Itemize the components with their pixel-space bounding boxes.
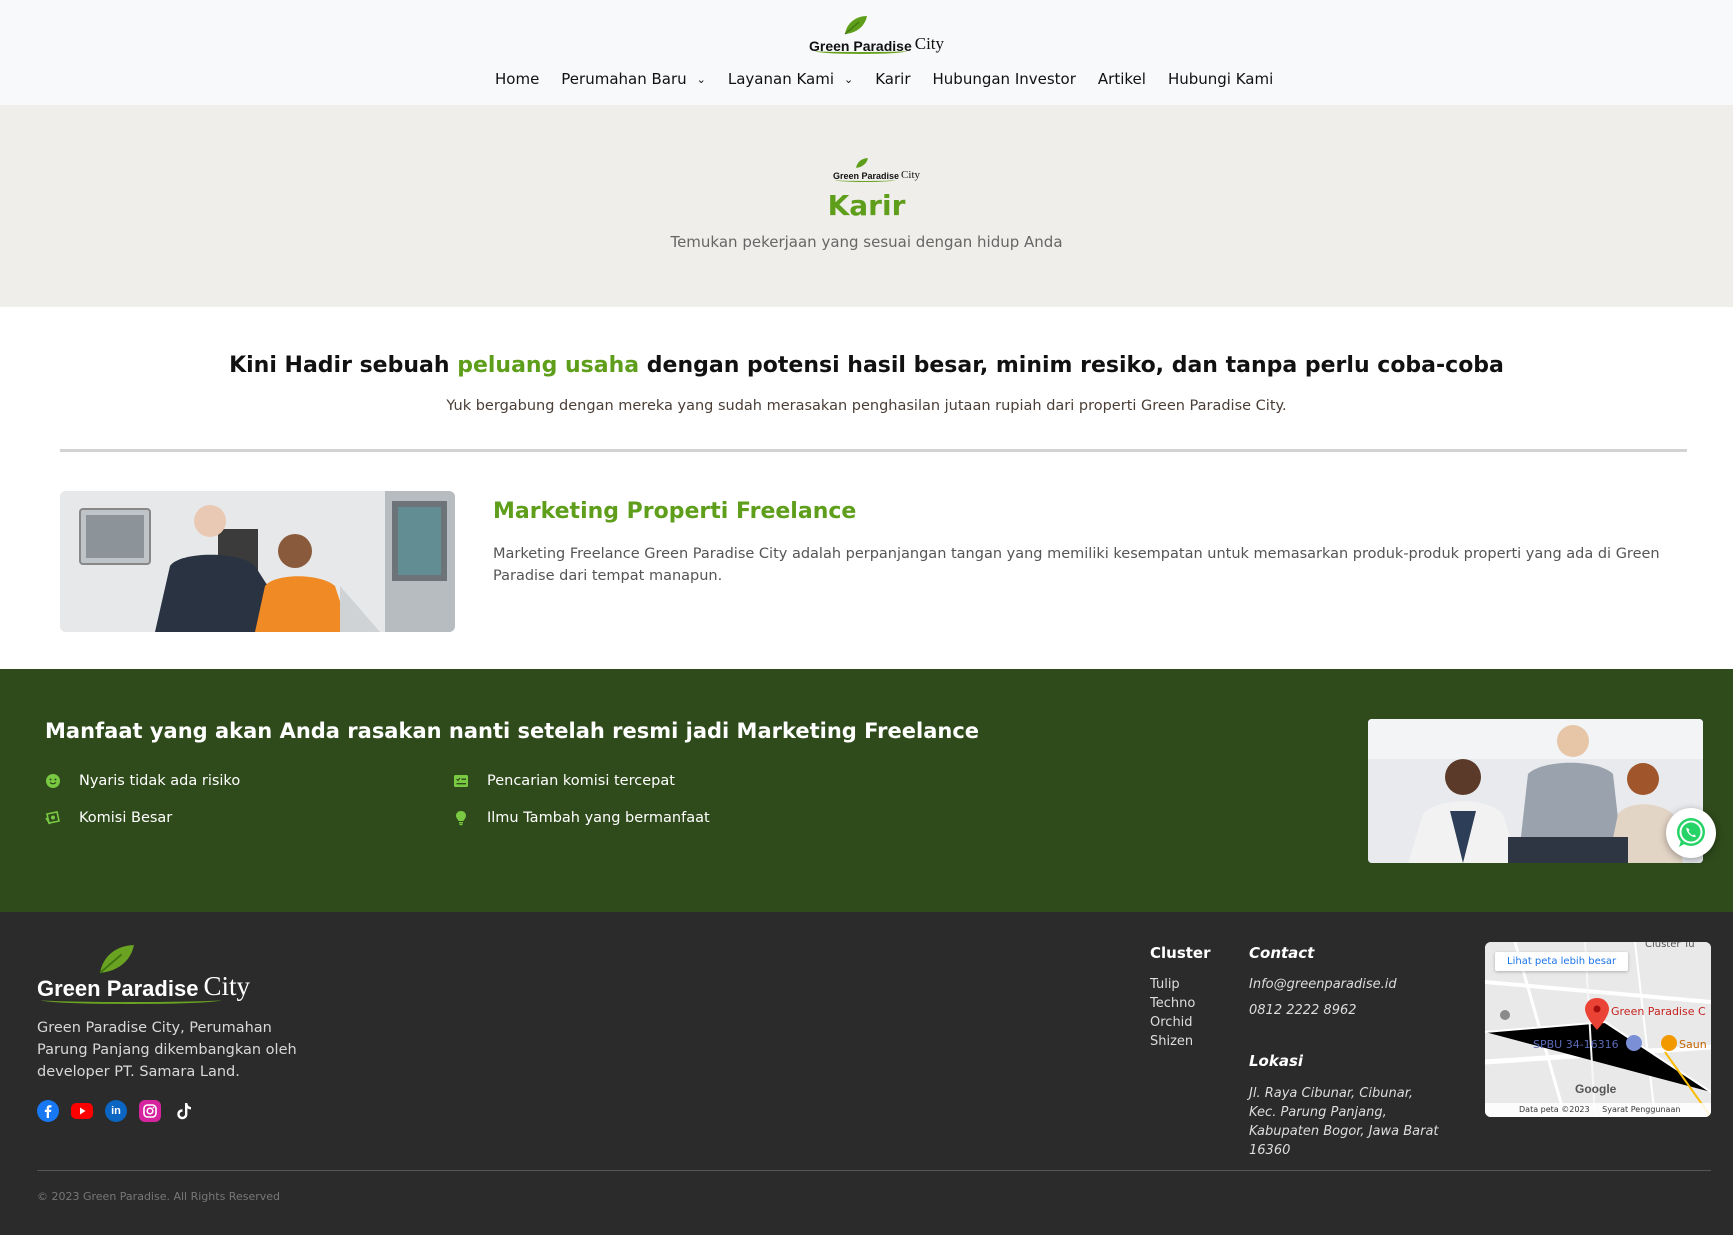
nav-karir[interactable]: Karir (875, 70, 910, 88)
map-place-label: Green Paradise C (1611, 1005, 1706, 1018)
contact-title: Contact (1249, 944, 1315, 962)
intro-heading-end: dengan potensi hasil besar, minim resiko… (646, 353, 1504, 378)
location-map[interactable]: Lihat peta lebih besar Green Paradise C … (1485, 942, 1711, 1117)
nav-label: Perumahan Baru (561, 70, 687, 88)
footer-description: Green Paradise City, Perumahan Parung Pa… (37, 1020, 297, 1080)
leaf-icon (844, 16, 867, 35)
intro-heading-start: Kini Hadir sebuah (229, 353, 450, 378)
nav-label: Home (495, 70, 540, 88)
leaf-icon (856, 158, 868, 168)
section-divider (60, 449, 1687, 452)
page-header-band: Green Paradise City Karir Temukan pekerj… (0, 105, 1733, 307)
benefit-label: Nyaris tidak ada risiko (79, 773, 241, 789)
list-check-icon (453, 773, 469, 789)
whatsapp-icon (1677, 818, 1705, 847)
benefit-item: Nyaris tidak ada risiko (45, 773, 240, 789)
whatsapp-button[interactable] (1666, 808, 1716, 858)
intro-heading: Kini Hadir sebuah peluang usaha dengan p… (0, 353, 1733, 378)
cluster-list: Tulip Techno Orchid Shizen (1150, 975, 1195, 1051)
map-spbu-label: SPBU 34-16316 (1533, 1038, 1619, 1051)
logo-text-secondary: City (914, 34, 945, 53)
team-photo (1368, 719, 1703, 863)
band-logo: Green Paradise City (833, 157, 920, 182)
cluster-link[interactable]: Tulip (1150, 975, 1195, 994)
youtube-icon[interactable] (71, 1103, 93, 1119)
cluster-link[interactable]: Techno (1150, 994, 1195, 1013)
map-data-label: Data peta ©2023 (1519, 1105, 1590, 1114)
benefit-item: Pencarian komisi tercepat (453, 773, 675, 789)
nav-label: Hubungan Investor (932, 70, 1076, 88)
contact-phone[interactable]: 0812 2222 8962 (1249, 1001, 1357, 1020)
nav-perumahan-baru[interactable]: Perumahan Baru ⌄ (561, 70, 706, 88)
benefit-item: Komisi Besar (45, 810, 172, 826)
page-title: Karir (827, 189, 906, 222)
benefit-label: Komisi Besar (79, 810, 173, 826)
nav-label: Hubungi Kami (1167, 70, 1274, 88)
smile-icon (45, 773, 61, 789)
location-title: Lokasi (1249, 1052, 1304, 1070)
map-attribution: Data peta ©2023 Syarat Penggunaan (1485, 1103, 1711, 1117)
tiktok-icon[interactable] (173, 1100, 195, 1122)
nav-hubungan-investor[interactable]: Hubungan Investor (933, 70, 1076, 88)
money-icon (45, 810, 61, 826)
job-description: Marketing Freelance Green Paradise City … (493, 546, 1660, 584)
logo-swoosh (815, 48, 907, 54)
location-address: Jl. Raya Cibunar, Cibunar, Kec. Parung P… (1249, 1086, 1439, 1158)
intro-heading-highlight: peluang usaha (457, 353, 640, 378)
facebook-icon[interactable] (37, 1100, 59, 1122)
footer-divider (37, 1170, 1711, 1171)
contact-email[interactable]: Info@greenparadise.id (1249, 975, 1397, 994)
nav-label: Karir (875, 70, 911, 88)
intro-text: Yuk bergabung dengan mereka yang sudah m… (446, 398, 1287, 414)
job-title[interactable]: Marketing Properti Freelance (493, 499, 856, 524)
footer-logo[interactable]: Green Paradise City (37, 942, 277, 1004)
cluster-link[interactable]: Shizen (1150, 1032, 1195, 1051)
map-cluster-label: Cluster Tu (1645, 942, 1695, 950)
nav-layanan-kami[interactable]: Layanan Kami ⌄ (728, 70, 853, 88)
logo-swoosh (835, 178, 895, 182)
benefits-title: Manfaat yang akan Anda rasakan nanti set… (45, 719, 980, 743)
chevron-down-icon: ⌄ (844, 72, 854, 86)
nav-label: Layanan Kami (727, 70, 835, 88)
logo-swoosh (41, 996, 221, 1004)
linkedin-icon[interactable]: in (105, 1100, 127, 1122)
nav-home[interactable]: Home (495, 70, 539, 88)
nav-artikel[interactable]: Artikel (1098, 70, 1146, 88)
job-photo (60, 491, 455, 632)
page-subtitle: Temukan pekerjaan yang sesuai dengan hid… (670, 233, 1063, 251)
main-nav: Home Perumahan Baru ⌄ Layanan Kami ⌄ Karir… (495, 68, 1295, 90)
chevron-down-icon: ⌄ (696, 72, 706, 86)
benefit-label: Pencarian komisi tercepat (487, 773, 675, 789)
lightbulb-icon (453, 810, 469, 826)
social-links: in (37, 1100, 207, 1122)
benefit-label: Ilmu Tambah yang bermanfaat (487, 810, 710, 826)
nav-label: Artikel (1097, 70, 1146, 88)
cluster-title: Cluster (1150, 944, 1211, 962)
cluster-link[interactable]: Orchid (1150, 1013, 1195, 1032)
instagram-icon[interactable] (139, 1100, 161, 1122)
map-google-logo: Google (1575, 1082, 1617, 1096)
map-open-larger-link[interactable]: Lihat peta lebih besar (1495, 952, 1629, 971)
logo-text-secondary: City (901, 169, 920, 181)
copyright: © 2023 Green Paradise. All Rights Reserv… (37, 1190, 280, 1203)
benefits-section: Manfaat yang akan Anda rasakan nanti set… (0, 669, 1733, 912)
nav-hubungi-kami[interactable]: Hubungi Kami (1168, 70, 1273, 88)
site-header: Green Paradise City Home Perumahan Baru ⌄… (0, 0, 1733, 105)
map-terms-link[interactable]: Syarat Penggunaan (1602, 1105, 1680, 1114)
map-saun-label: Saun (1679, 1038, 1707, 1051)
site-logo[interactable]: Green Paradise City (809, 14, 944, 54)
site-footer: Green Paradise City Green Paradise City,… (0, 912, 1733, 1235)
benefit-item: Ilmu Tambah yang bermanfaat (453, 810, 710, 826)
leaf-icon (99, 945, 134, 974)
